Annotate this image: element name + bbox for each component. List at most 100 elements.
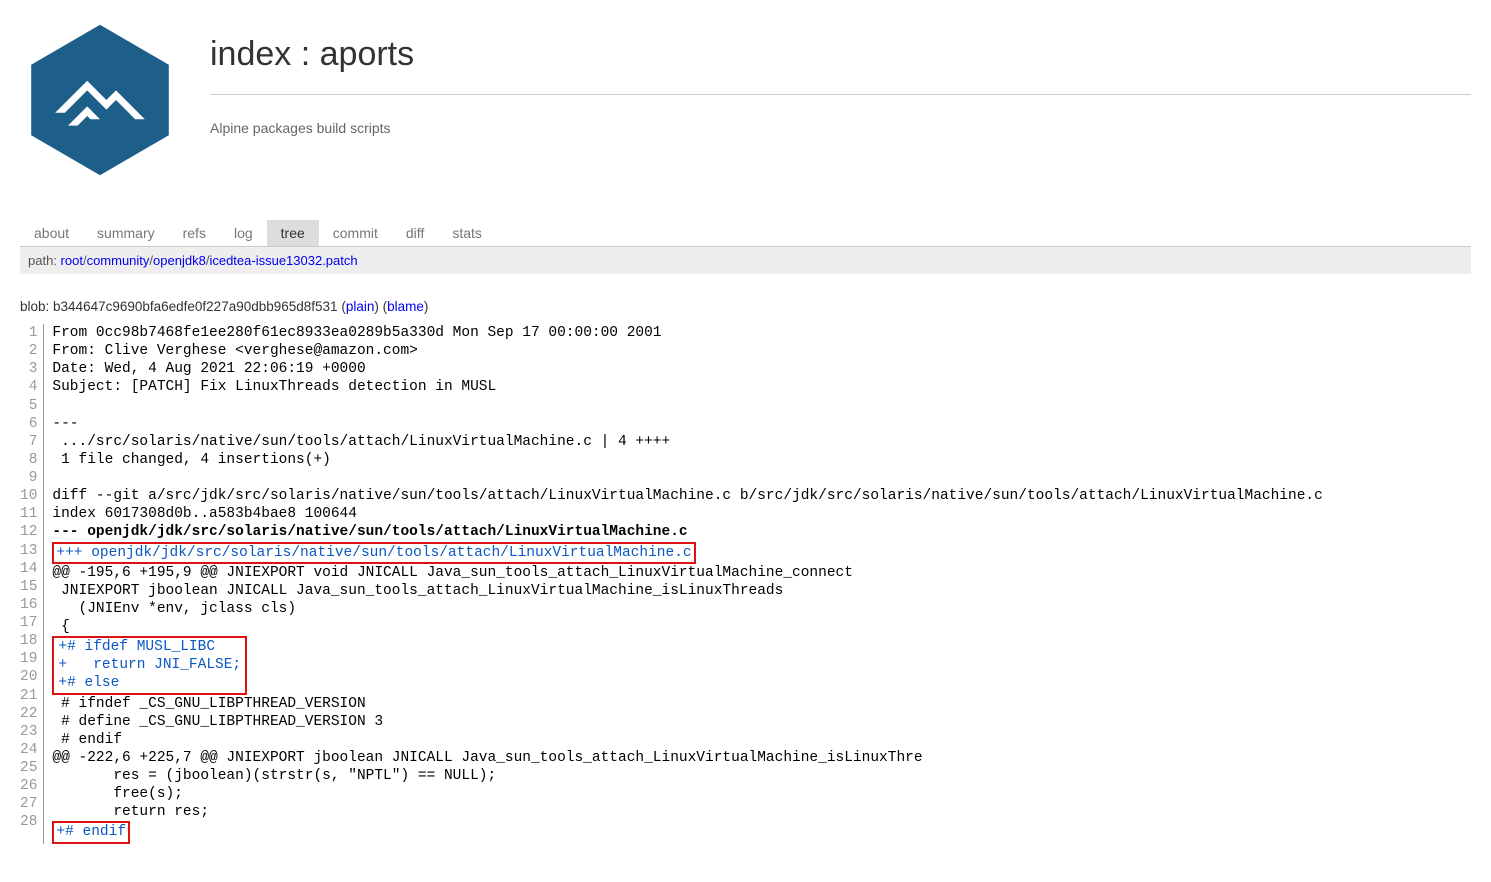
code-line: return res; xyxy=(52,803,1322,821)
blame-link[interactable]: blame xyxy=(387,299,424,314)
code-line: diff --git a/src/jdk/src/solaris/native/… xyxy=(52,487,1322,505)
line-number[interactable]: 20 xyxy=(20,668,37,686)
plain-link[interactable]: plain xyxy=(346,299,375,314)
blob-hash: b344647c9690bfa6edfe0f227a90dbb965d8f531 xyxy=(53,299,338,314)
code-text: res = (jboolean)(strstr(s, "NPTL") == NU… xyxy=(52,768,496,784)
line-number[interactable]: 26 xyxy=(20,777,37,795)
code-text: # endif xyxy=(52,732,122,748)
code-line: (JNIEnv *env, jclass cls) xyxy=(52,600,1322,618)
code-text: return res; xyxy=(52,804,209,820)
repo-description: Alpine packages build scripts xyxy=(210,120,1471,136)
code-text: JNIEXPORT jboolean JNICALL Java_sun_tool… xyxy=(52,583,783,599)
alpine-logo[interactable] xyxy=(20,20,180,180)
code-text: # define _CS_GNU_LIBPTHREAD_VERSION 3 xyxy=(52,714,383,730)
tab-summary[interactable]: summary xyxy=(83,220,169,246)
code-text: +# ifdef MUSL_LIBC xyxy=(58,638,241,656)
line-number[interactable]: 4 xyxy=(20,378,37,396)
path-row: path: root/community/openjdk8/icedtea-is… xyxy=(20,247,1471,274)
line-number[interactable]: 17 xyxy=(20,614,37,632)
code-line: # ifndef _CS_GNU_LIBPTHREAD_VERSION xyxy=(52,695,1322,713)
code-line: index 6017308d0b..a583b4bae8 100644 xyxy=(52,505,1322,523)
line-numbers: 1234567891011121314151617181920212223242… xyxy=(20,324,44,844)
tab-log[interactable]: log xyxy=(220,220,267,246)
code-text: free(s); xyxy=(52,786,183,802)
tab-diff[interactable]: diff xyxy=(392,220,438,246)
line-number[interactable]: 2 xyxy=(20,342,37,360)
line-number[interactable]: 18 xyxy=(20,632,37,650)
code-line: --- openjdk/jdk/src/solaris/native/sun/t… xyxy=(52,523,1322,541)
code-text: --- openjdk/jdk/src/solaris/native/sun/t… xyxy=(52,524,687,540)
line-number[interactable]: 11 xyxy=(20,505,37,523)
code-line-group: +# ifdef MUSL_LIBC+ return JNI_FALSE;+# … xyxy=(52,636,1322,694)
code-line: # define _CS_GNU_LIBPTHREAD_VERSION 3 xyxy=(52,713,1322,731)
code-text: { xyxy=(52,619,69,635)
code-line: Date: Wed, 4 Aug 2021 22:06:19 +0000 xyxy=(52,360,1322,378)
index-link[interactable]: index xyxy=(210,35,291,73)
tab-commit[interactable]: commit xyxy=(319,220,392,246)
line-number[interactable]: 24 xyxy=(20,741,37,759)
code-line: @@ -195,6 +195,9 @@ JNIEXPORT void JNICA… xyxy=(52,564,1322,582)
line-number[interactable]: 1 xyxy=(20,324,37,342)
line-number[interactable]: 10 xyxy=(20,487,37,505)
header-text: index : aports Alpine packages build scr… xyxy=(210,20,1471,136)
line-number[interactable]: 23 xyxy=(20,723,37,741)
line-number[interactable]: 22 xyxy=(20,705,37,723)
code-text: From 0cc98b7468fe1ee280f61ec8933ea0289b5… xyxy=(52,325,661,341)
line-number[interactable]: 5 xyxy=(20,397,37,415)
line-number[interactable]: 13 xyxy=(20,542,37,560)
header: index : aports Alpine packages build scr… xyxy=(20,20,1471,180)
path-label: path: xyxy=(28,253,61,268)
tab-refs[interactable]: refs xyxy=(169,220,220,246)
code-line: JNIEXPORT jboolean JNICALL Java_sun_tool… xyxy=(52,582,1322,600)
code-text: .../src/solaris/native/sun/tools/attach/… xyxy=(52,434,670,450)
code-text: +# else xyxy=(58,674,241,692)
code-line: free(s); xyxy=(52,785,1322,803)
tab-about[interactable]: about xyxy=(20,220,83,246)
tabs-row: aboutsummaryrefslogtreecommitdiffstats xyxy=(20,220,1471,247)
code-line: +++ openjdk/jdk/src/solaris/native/sun/t… xyxy=(52,542,1322,564)
path-segment[interactable]: icedtea-issue13032.patch xyxy=(209,253,357,268)
line-number[interactable]: 9 xyxy=(20,469,37,487)
path-segment[interactable]: openjdk8 xyxy=(153,253,206,268)
blob-info: blob: b344647c9690bfa6edfe0f227a90dbb965… xyxy=(0,274,1491,324)
line-number[interactable]: 14 xyxy=(20,560,37,578)
code-text xyxy=(52,398,61,414)
code-text: (JNIEnv *env, jclass cls) xyxy=(52,601,296,617)
code-text: +# endif xyxy=(52,821,130,843)
repo-link[interactable]: aports xyxy=(320,35,415,73)
code-line: Subject: [PATCH] Fix LinuxThreads detect… xyxy=(52,378,1322,396)
header-container: index : aports Alpine packages build scr… xyxy=(0,0,1491,180)
line-number[interactable]: 15 xyxy=(20,578,37,596)
line-number[interactable]: 7 xyxy=(20,433,37,451)
line-number[interactable]: 3 xyxy=(20,360,37,378)
line-number[interactable]: 12 xyxy=(20,523,37,541)
code-text: # ifndef _CS_GNU_LIBPTHREAD_VERSION xyxy=(52,696,365,712)
line-number[interactable]: 28 xyxy=(20,813,37,831)
code-line: # endif xyxy=(52,731,1322,749)
code-text: --- xyxy=(52,416,78,432)
code-text: Date: Wed, 4 Aug 2021 22:06:19 +0000 xyxy=(52,361,365,377)
code-line: .../src/solaris/native/sun/tools/attach/… xyxy=(52,433,1322,451)
code-line xyxy=(52,397,1322,415)
code-line: From 0cc98b7468fe1ee280f61ec8933ea0289b5… xyxy=(52,324,1322,342)
tab-stats[interactable]: stats xyxy=(438,220,496,246)
code-line: --- xyxy=(52,415,1322,433)
code-text: From: Clive Verghese <verghese@amazon.co… xyxy=(52,343,417,359)
code-text: @@ -195,6 +195,9 @@ JNIEXPORT void JNICA… xyxy=(52,565,853,581)
line-number[interactable]: 8 xyxy=(20,451,37,469)
path-segment[interactable]: community xyxy=(87,253,150,268)
tab-tree[interactable]: tree xyxy=(267,220,319,246)
line-number[interactable]: 25 xyxy=(20,759,37,777)
path-segment[interactable]: root xyxy=(61,253,83,268)
line-number[interactable]: 19 xyxy=(20,650,37,668)
title-sep: : xyxy=(291,35,319,73)
line-number[interactable]: 16 xyxy=(20,596,37,614)
code-line: 1 file changed, 4 insertions(+) xyxy=(52,451,1322,469)
code-block: 1234567891011121314151617181920212223242… xyxy=(0,324,1491,844)
code-text: + return JNI_FALSE; xyxy=(58,656,241,674)
tabs-container: aboutsummaryrefslogtreecommitdiffstats p… xyxy=(0,220,1491,274)
line-number[interactable]: 21 xyxy=(20,687,37,705)
code-line: From: Clive Verghese <verghese@amazon.co… xyxy=(52,342,1322,360)
line-number[interactable]: 27 xyxy=(20,795,37,813)
line-number[interactable]: 6 xyxy=(20,415,37,433)
